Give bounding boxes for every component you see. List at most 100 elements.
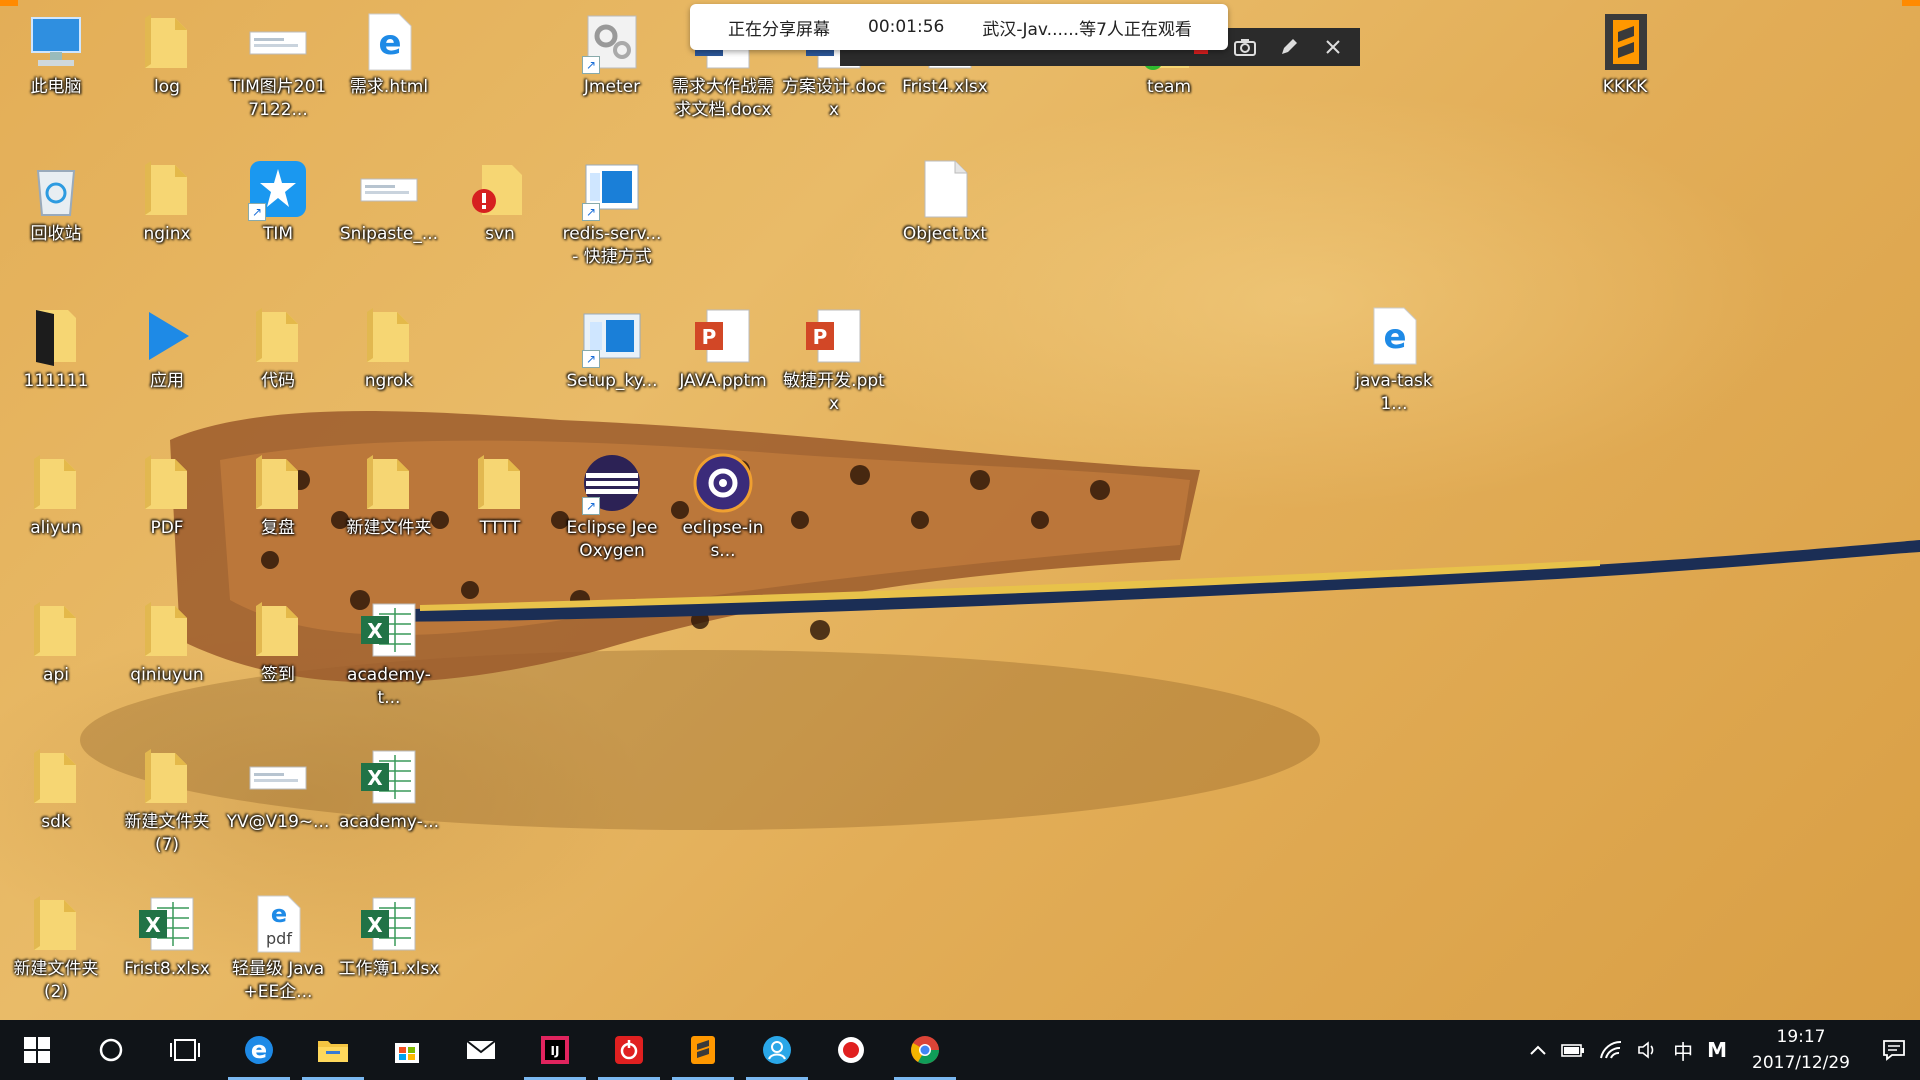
desktop-icon[interactable]: KKKK [1573,10,1677,99]
desktop-icon-label: 签到 [261,665,295,685]
desktop-icon-label: 新建文件夹 (7) [124,812,210,855]
shortcut-arrow-icon: ↗ [248,203,266,221]
corner-marker [0,0,18,6]
desktop-icon-label: 敏捷开发.pptx [783,371,885,414]
taskbar-edge[interactable]: e [222,1020,296,1080]
desktop-icon-label: 新建文件夹 (2) [13,959,99,1002]
desktop-icon[interactable]: 此电脑 [4,10,108,99]
desktop-icon[interactable]: 复盘 [226,451,330,540]
desktop-icon[interactable]: 代码 [226,304,330,393]
taskbar-sublime[interactable] [666,1020,740,1080]
desktop-icon[interactable]: eclipse-ins... [671,451,775,563]
desktop-icon[interactable]: svn [448,157,552,246]
ime-language-indicator[interactable]: 中 [1666,1020,1700,1080]
shortcut-arrow-icon: ↗ [582,203,600,221]
desktop-icon[interactable]: 新建文件夹 [337,451,441,540]
edge-icon: e [245,1036,273,1064]
taskbar-tim[interactable] [740,1020,814,1080]
desktop-icon[interactable]: Xacademy-... [337,745,441,834]
desktop-icon[interactable]: Snipaste_... [337,157,441,246]
taskbar-chrome[interactable] [888,1020,962,1080]
task-view-button[interactable] [148,1020,222,1080]
desktop-icon[interactable]: api [4,598,108,687]
battery-icon[interactable] [1554,1020,1592,1080]
ime-mode-indicator[interactable]: M [1700,1020,1734,1080]
taskbar-intellij[interactable]: IJ [518,1020,592,1080]
desktop-icon[interactable]: X 工作簿1.xlsx [337,892,441,981]
desktop-icon[interactable]: ↗ redis-serv... - 快捷方式 [560,157,664,269]
desktop-icon[interactable]: e java-task1... [1342,304,1446,416]
desktop-icon[interactable]: 应用 [115,304,219,393]
desktop-icon[interactable]: e 需求.html [337,10,441,99]
cortana-button[interactable] [74,1020,148,1080]
desktop-icon[interactable]: 新建文件夹 (7) [115,745,219,857]
folder-icon [468,451,532,515]
folder-icon [246,451,310,515]
desktop-icon[interactable]: TIM图片2017122... [226,10,330,122]
desktop-icon-label: Frist8.xlsx [124,959,210,979]
desktop-icon-label: aliyun [30,518,82,538]
folder-icon [135,598,199,662]
desktop-icon[interactable]: ↗ TIM [226,157,330,246]
image-file-icon [246,10,310,74]
desktop-icon[interactable]: YV@V19~... [226,745,330,834]
start-button[interactable] [0,1020,74,1080]
folder-icon [135,451,199,515]
desktop-icon[interactable]: ngrok [337,304,441,393]
folder-icon [357,451,421,515]
task-view-icon [170,1039,200,1061]
tray-show-hidden-chevron-icon[interactable] [1522,1020,1554,1080]
taskbar: e IJ 中 M 19:17 2017/12/29 [0,1020,1920,1080]
clock[interactable]: 19:17 2017/12/29 [1734,1024,1868,1076]
desktop-icon-label: 需求.html [349,77,429,97]
desktop-icon[interactable]: sdk [4,745,108,834]
notification-center-button[interactable] [1868,1020,1920,1080]
desktop-icon[interactable]: 111111 [4,304,108,393]
desktop-icon[interactable]: TTTT [448,451,552,540]
desktop-icon[interactable]: P JAVA.pptm [671,304,775,393]
share-elapsed-time: 00:01:56 [868,17,945,37]
desktop-icon[interactable]: Xacademy-t... [337,598,441,710]
taskbar-mail[interactable] [444,1020,518,1080]
folder-icon [135,745,199,809]
close-icon[interactable] [1320,34,1346,60]
desktop-icon-label: 工作簿1.xlsx [338,959,440,979]
desktop-icon-label: TIM图片2017122... [229,77,327,120]
excel-icon: X [357,892,421,956]
svg-text:IJ: IJ [551,1044,560,1058]
desktop-icon[interactable]: 回收站 [4,157,108,246]
powerpoint-icon: P [691,304,755,368]
desktop-icon[interactable]: aliyun [4,451,108,540]
volume-icon[interactable] [1630,1020,1666,1080]
desktop-icon[interactable]: qiniuyun [115,598,219,687]
desktop-icon-label: 代码 [261,371,295,391]
desktop-icon[interactable]: PDF [115,451,219,540]
desktop-icon[interactable]: log [115,10,219,99]
taskbar-file-explorer[interactable] [296,1020,370,1080]
excel-icon: X [357,745,421,809]
desktop-icon[interactable]: 新建文件夹 (2) [4,892,108,1004]
svg-text:X: X [367,619,383,643]
taskbar-netease-music[interactable] [592,1020,666,1080]
desktop-icon[interactable]: e pdf 轻量级 Java+EE企... [226,892,330,1004]
desktop-icon[interactable]: ↗ Eclipse Jee Oxygen [560,451,664,563]
desktop-icon[interactable]: nginx [115,157,219,246]
powerpoint-icon: P [802,304,866,368]
desktop-icon-label: TIM [262,224,294,244]
wifi-icon[interactable] [1592,1020,1630,1080]
taskbar-recorder[interactable] [814,1020,888,1080]
folder-icon [24,598,88,662]
desktop-icon[interactable]: Object.txt [893,157,997,246]
camera-icon[interactable] [1232,34,1258,60]
pen-icon[interactable] [1276,34,1302,60]
screen-share-status-bar: 正在分享屏幕 00:01:56 武汉-Jav......等7人正在观看 [690,4,1228,50]
desktop-icon[interactable]: ↗ Jmeter [560,10,664,99]
desktop-icon[interactable]: P 敏捷开发.pptx [782,304,886,416]
gear-shortcut-icon: ↗ [580,10,644,74]
taskbar-store[interactable] [370,1020,444,1080]
desktop-icon[interactable]: X Frist8.xlsx [115,892,219,981]
desktop-icon[interactable]: 签到 [226,598,330,687]
desktop-icon[interactable]: ↗ Setup_ky... [560,304,664,393]
svg-text:P: P [813,325,828,349]
shortcut-arrow-icon: ↗ [582,350,600,368]
